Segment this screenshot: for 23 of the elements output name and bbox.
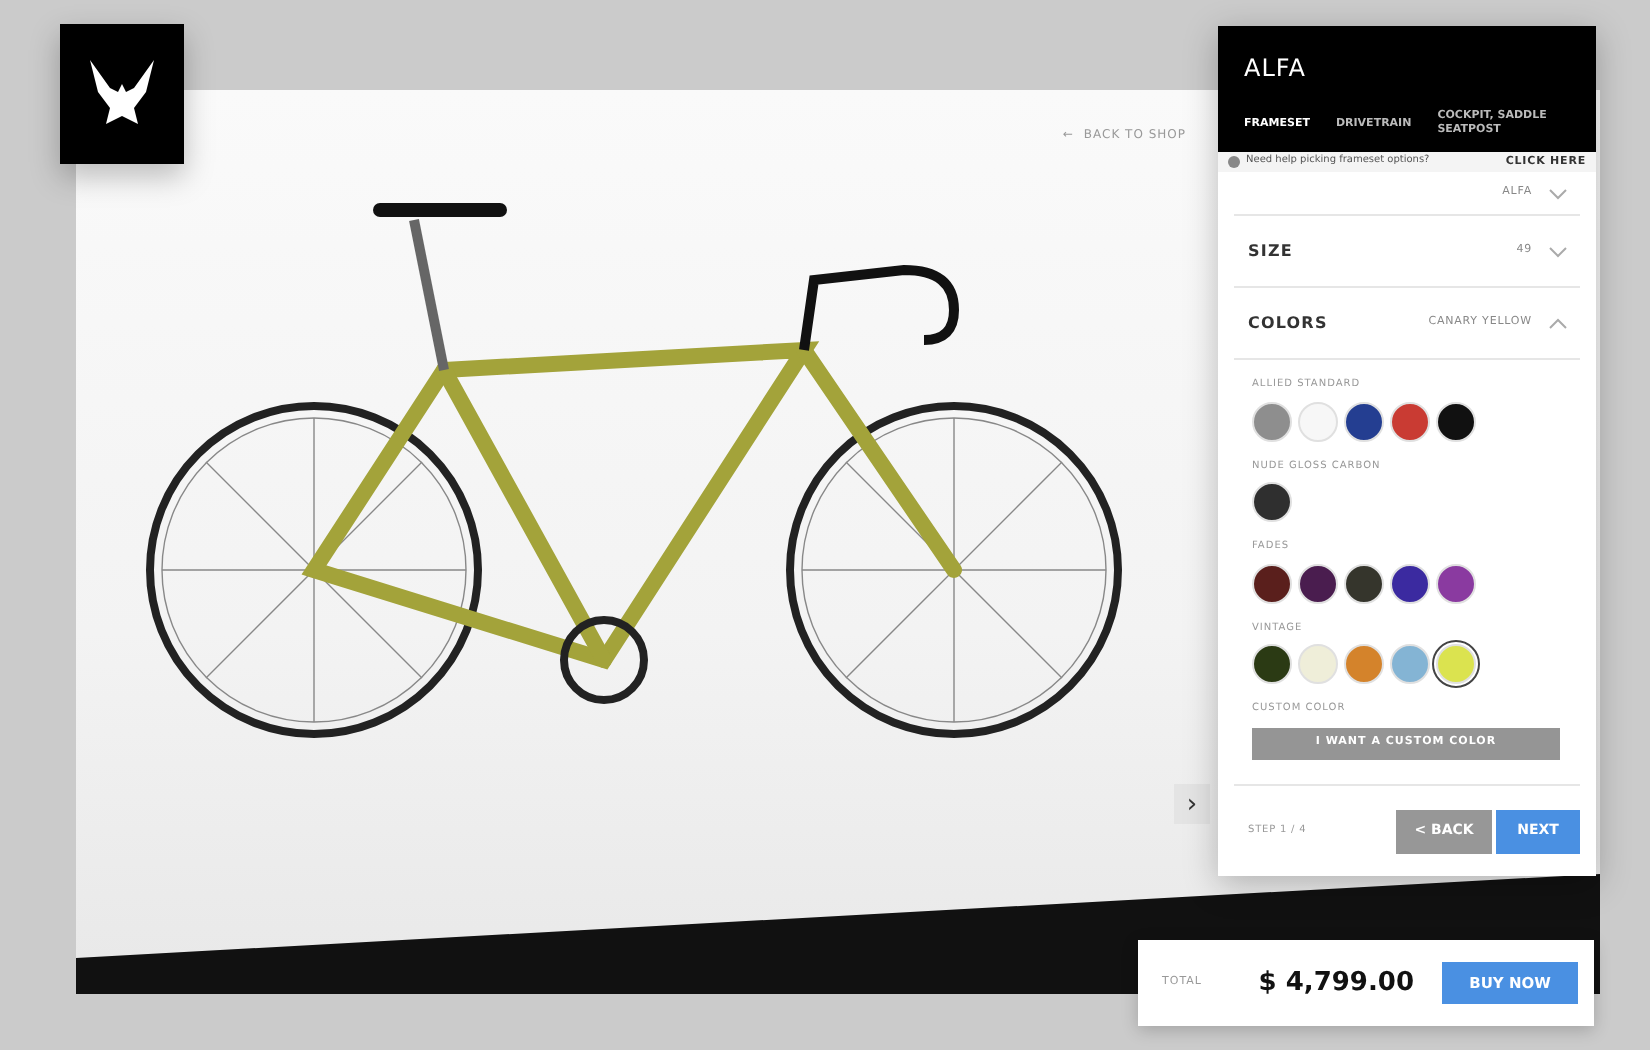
color-swatch[interactable] xyxy=(1436,563,1476,603)
color-swatch[interactable] xyxy=(1390,401,1430,441)
color-swatch[interactable] xyxy=(1298,644,1338,684)
color-swatch[interactable] xyxy=(1436,644,1476,684)
color-swatch[interactable] xyxy=(1298,563,1338,603)
help-icon xyxy=(1228,156,1240,168)
color-swatch[interactable] xyxy=(1344,563,1384,603)
color-swatch[interactable] xyxy=(1390,563,1430,603)
color-swatch[interactable] xyxy=(1436,401,1476,441)
option-label: COLORS xyxy=(1246,311,1328,335)
option-label: SIZE xyxy=(1246,239,1293,263)
color-swatch[interactable] xyxy=(1252,644,1292,684)
color-swatch[interactable] xyxy=(1344,644,1384,684)
next-image-button[interactable]: › xyxy=(1174,784,1210,824)
color-swatch[interactable] xyxy=(1298,401,1338,441)
color-swatch[interactable] xyxy=(1344,401,1384,441)
color-swatch[interactable] xyxy=(1252,401,1292,441)
total-price: $ 4,799.00 xyxy=(1258,965,1414,1002)
logo[interactable] xyxy=(60,24,184,164)
color-swatch[interactable] xyxy=(1390,644,1430,684)
model-title: ALFA xyxy=(1244,52,1308,86)
color-swatch[interactable] xyxy=(1252,563,1292,603)
color-swatch[interactable] xyxy=(1252,482,1292,522)
